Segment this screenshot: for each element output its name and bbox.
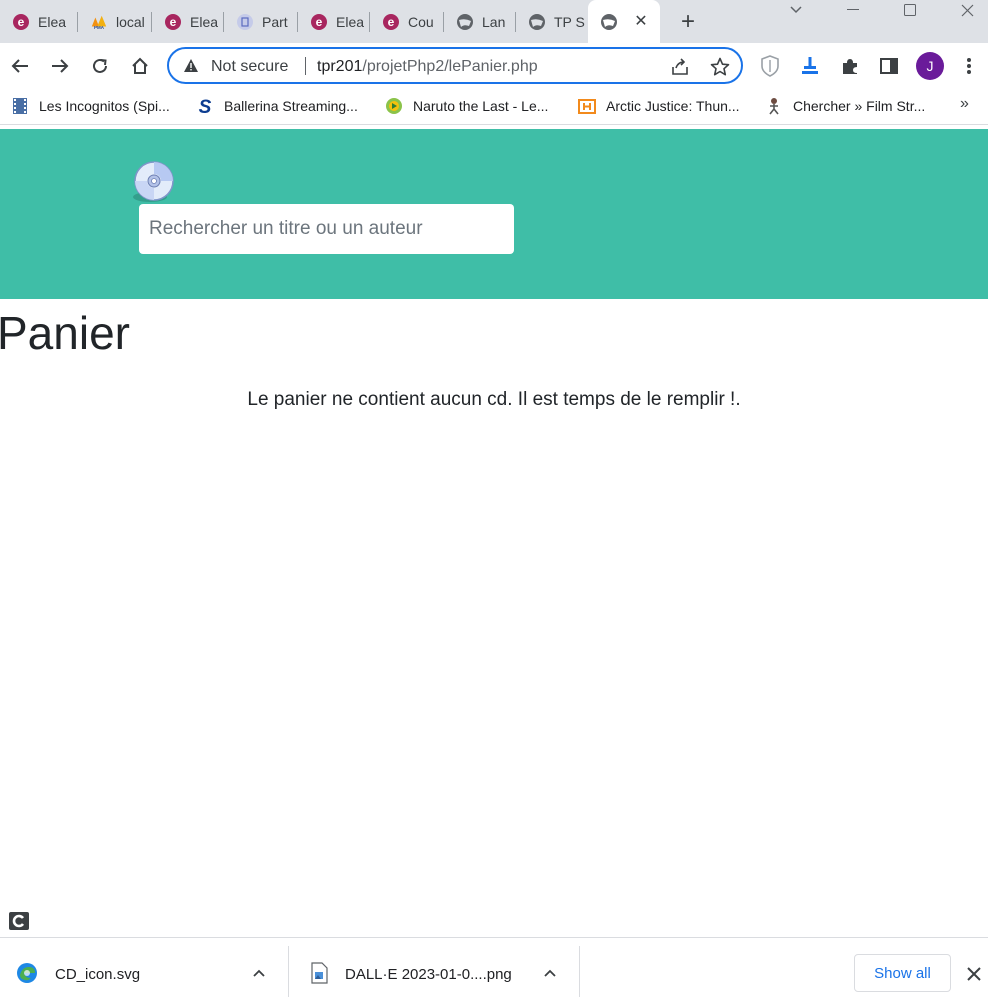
document-icon [236, 13, 254, 31]
play-circle-icon [385, 97, 403, 115]
url-text[interactable]: tpr201/projetPhp2/lePanier.php [317, 58, 538, 76]
globe-icon [600, 13, 618, 31]
home-icon[interactable] [126, 52, 154, 80]
web-page: Panier Le panier ne contient aucun cd. I… [0, 129, 988, 937]
s-logo-icon: S [196, 97, 214, 115]
url-path: /projetPhp2/lePanier.php [362, 58, 538, 75]
download-shelf: CD_icon.svg DALL·E 2023-01-0....png Show… [0, 937, 988, 997]
tab-elea-3[interactable]: e Elea [298, 0, 368, 43]
elea-icon: e [12, 13, 30, 31]
bookmark-label: Chercher » Film Str... [793, 98, 926, 114]
tab-cou[interactable]: e Cou [370, 0, 442, 43]
download-filename: DALL·E 2023-01-0....png [345, 966, 512, 983]
page-title: Panier [0, 307, 130, 359]
close-tab-icon[interactable]: ✕ [632, 12, 650, 30]
extensions-puzzle-icon[interactable] [836, 52, 864, 80]
svg-text:e: e [170, 15, 177, 29]
bookmark-item[interactable]: Les Incognitos (Spi... [11, 95, 170, 117]
warning-icon[interactable] [183, 58, 199, 74]
elea-icon: e [310, 13, 328, 31]
bookmarks-overflow-button[interactable]: » [960, 95, 969, 113]
bookmarks-bar: Les Incognitos (Spi... S Ballerina Strea… [0, 89, 988, 125]
side-panel-icon[interactable] [875, 52, 903, 80]
svg-text:e: e [316, 15, 323, 29]
bookmark-label: Ballerina Streaming... [224, 98, 358, 114]
tab-elea-2[interactable]: e Elea [152, 0, 222, 43]
phpmyadmin-icon: PMA [90, 13, 108, 31]
download-item[interactable]: CD_icon.svg [0, 938, 288, 997]
browser-window: e Elea PMA local e Elea Part e Elea e Co… [0, 0, 988, 997]
tab-title: local [116, 13, 145, 30]
tab-search-icon[interactable] [776, 0, 816, 20]
address-divider [305, 57, 306, 75]
elea-icon: e [382, 13, 400, 31]
header-banner [0, 129, 988, 299]
tab-lan[interactable]: Lan [444, 0, 514, 43]
bookmark-item[interactable]: Arctic Justice: Thun... [578, 95, 740, 117]
empty-cart-message: Le panier ne contient aucun cd. Il est t… [247, 389, 741, 410]
tab-local[interactable]: PMA local [78, 0, 150, 43]
c-badge-icon[interactable] [8, 911, 30, 931]
bookmark-item[interactable]: Chercher » Film Str... [765, 95, 925, 117]
download-filename: CD_icon.svg [55, 966, 141, 983]
security-label[interactable]: Not secure [211, 58, 288, 76]
reload-icon[interactable] [86, 52, 114, 80]
download-item[interactable]: DALL·E 2023-01-0....png [289, 938, 579, 997]
tab-title: Elea [38, 13, 67, 30]
chevron-up-icon[interactable] [250, 964, 268, 982]
forward-arrow-icon[interactable] [46, 52, 74, 80]
close-window-icon[interactable] [947, 0, 987, 20]
tab-title: Elea [190, 13, 219, 30]
tab-title: Part [262, 13, 288, 30]
download-divider [579, 946, 580, 997]
tab-title: Lan [482, 13, 506, 30]
chevron-up-icon[interactable] [541, 964, 559, 982]
tab-active[interactable]: ✕ [588, 0, 660, 43]
globe-icon [456, 13, 474, 31]
new-tab-button[interactable]: + [674, 8, 702, 36]
share-icon[interactable] [669, 56, 691, 78]
profile-avatar[interactable]: J [916, 52, 944, 80]
tab-elea-1[interactable]: e Elea [0, 0, 76, 43]
figure-icon [765, 97, 783, 115]
edge-icon [16, 962, 38, 984]
cd-logo-icon[interactable] [132, 159, 176, 203]
image-file-icon [310, 962, 332, 984]
svg-text:S: S [199, 97, 212, 115]
film-icon [11, 97, 29, 115]
bookmark-label: Arctic Justice: Thun... [606, 98, 740, 114]
minimize-icon[interactable] [833, 0, 873, 20]
tab-title: Cou [408, 13, 434, 30]
globe-icon [528, 13, 546, 31]
svg-text:e: e [388, 15, 395, 29]
bookmark-item[interactable]: Naruto the Last - Le... [385, 95, 548, 117]
svg-text:e: e [18, 15, 25, 29]
browser-toolbar: Not secure tpr201/projetPhp2/lePanier.ph… [0, 43, 988, 89]
bookmark-star-icon[interactable] [709, 56, 731, 78]
url-host: tpr201 [317, 58, 363, 75]
bookmark-label: Naruto the Last - Le... [413, 98, 549, 114]
maximize-icon[interactable] [890, 0, 930, 20]
tab-title: TP S [554, 13, 585, 30]
elea-icon: e [164, 13, 182, 31]
svg-text:PMA: PMA [94, 25, 105, 30]
tab-strip: e Elea PMA local e Elea Part e Elea e Co… [0, 0, 988, 43]
bookmark-item[interactable]: S Ballerina Streaming... [196, 95, 358, 117]
back-arrow-icon[interactable] [6, 52, 34, 80]
search-input[interactable] [139, 204, 514, 254]
kebab-menu-icon[interactable] [955, 52, 983, 80]
show-all-button[interactable]: Show all [854, 954, 951, 992]
shield-extension-icon[interactable] [756, 52, 784, 80]
address-bar[interactable]: Not secure tpr201/projetPhp2/lePanier.ph… [167, 47, 743, 84]
tab-tp[interactable]: TP S [516, 0, 586, 43]
bookmark-label: Les Incognitos (Spi... [39, 98, 170, 114]
h-logo-icon [578, 97, 596, 115]
brush-extension-icon[interactable] [796, 52, 824, 80]
close-shelf-icon[interactable] [964, 964, 984, 984]
tab-part[interactable]: Part [224, 0, 296, 43]
tab-title: Elea [336, 13, 365, 30]
